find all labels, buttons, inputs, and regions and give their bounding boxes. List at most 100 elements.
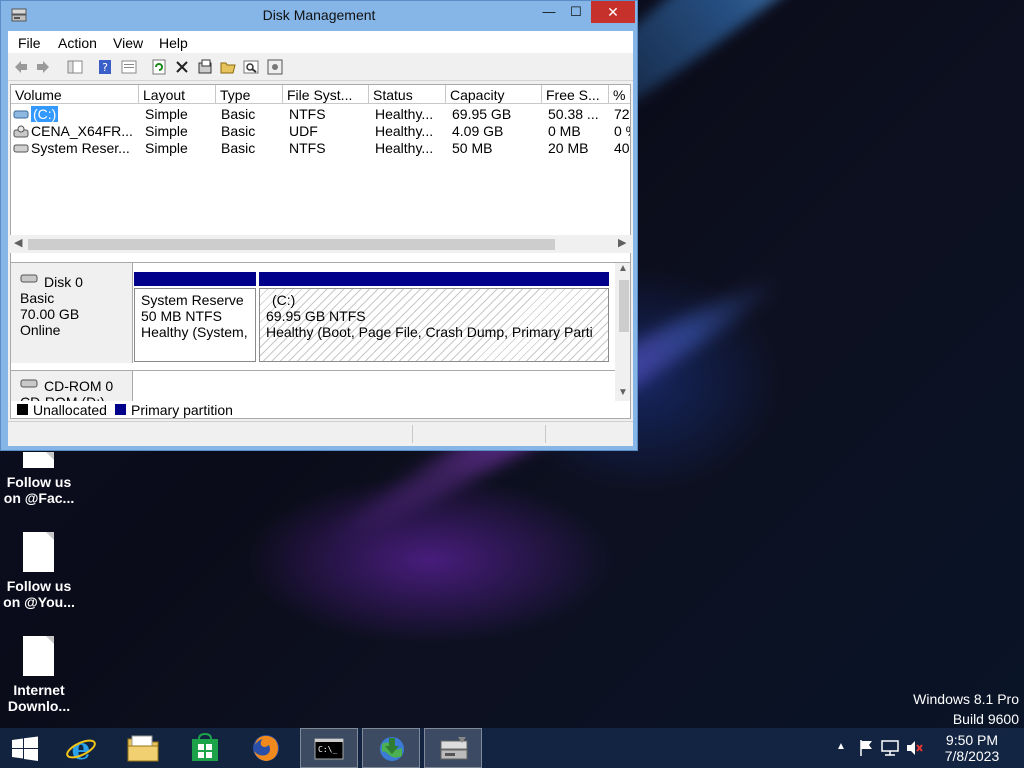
partition-size: 69.95 GB NTFS [266, 308, 366, 324]
column-header-layout[interactable]: Layout [139, 85, 216, 104]
menu-action[interactable]: Action [58, 35, 97, 51]
action-center-flag-icon[interactable] [858, 739, 874, 757]
icon-label-line2: on @You... [3, 594, 75, 610]
status-separator [412, 425, 413, 443]
desktop-icon-youtube[interactable]: Follow us on @You... [0, 532, 78, 612]
column-header-volume[interactable]: Volume [11, 85, 139, 104]
scroll-up-icon[interactable]: ▲ [618, 263, 628, 274]
disk-management-icon [440, 737, 468, 760]
scroll-down-icon[interactable]: ▼ [618, 387, 628, 398]
console-tree-icon[interactable] [67, 59, 83, 75]
partition-system-reserved[interactable]: System Reserve 50 MB NTFS Healthy (Syste… [134, 288, 256, 362]
disk-0-label[interactable]: Disk 0 Basic 70.00 GB Online [11, 263, 133, 363]
menu-bar: File Action View Help [8, 31, 633, 53]
volume-muted-icon[interactable] [905, 739, 923, 757]
column-header-free-space[interactable]: Free S... [542, 85, 609, 104]
settings-icon[interactable] [267, 59, 283, 75]
legend-primary-partition: Primary partition [131, 402, 233, 418]
internet-explorer-icon: e [66, 732, 96, 764]
scroll-right-icon[interactable]: ▶ [618, 236, 626, 249]
partition-status: Healthy (Boot, Page File, Crash Dump, Pr… [266, 324, 593, 340]
file-icon [23, 532, 54, 572]
cd-drive-icon [13, 125, 29, 138]
vertical-scrollbar[interactable]: ▲ ▼ [615, 263, 630, 401]
close-button[interactable]: ✕ [591, 1, 635, 23]
delete-icon[interactable] [174, 59, 190, 75]
clock-time: 9:50 PM [945, 732, 999, 748]
volume-type: Basic [221, 123, 256, 139]
volume-file-system: UDF [289, 123, 318, 139]
svg-text:C:\_: C:\_ [318, 745, 337, 754]
volume-free-space: 50.38 ... [548, 106, 599, 122]
column-header-status[interactable]: Status [369, 85, 446, 104]
unallocated-swatch [17, 404, 28, 415]
file-icon [23, 452, 54, 468]
volume-layout: Simple [145, 106, 188, 122]
volume-percent-free: 40 [614, 140, 630, 156]
back-arrow-icon[interactable] [13, 59, 29, 75]
desktop-icon-internet-download[interactable]: Internet Downlo... [0, 636, 78, 716]
taskbar-store[interactable] [176, 728, 234, 768]
partition-header-c [259, 272, 609, 286]
scrollbar-thumb[interactable] [619, 280, 629, 332]
scroll-left-icon[interactable]: ◀ [14, 236, 22, 249]
maximize-button[interactable]: ☐ [561, 1, 591, 23]
start-windows-icon[interactable] [11, 736, 39, 762]
table-row[interactable]: System Reser... Simple Basic NTFS Health… [11, 140, 630, 157]
refresh-icon[interactable] [151, 59, 167, 75]
horizontal-scrollbar[interactable]: ◀ ▶ [10, 235, 631, 253]
search-icon[interactable] [243, 59, 259, 75]
disk-name: Disk 0 [44, 274, 83, 290]
menu-file[interactable]: File [18, 35, 41, 51]
table-row[interactable]: CENA_X64FR... Simple Basic UDF Healthy..… [11, 123, 630, 140]
partition-header-system-reserved [134, 272, 256, 286]
menu-help[interactable]: Help [159, 35, 188, 51]
partition-name: System Reserve [141, 292, 244, 308]
disk-size: 70.00 GB [20, 306, 80, 322]
taskbar-internet-explorer[interactable]: e [52, 728, 110, 768]
volume-status: Healthy... [375, 106, 434, 122]
cdrom-0-label[interactable]: CD-ROM 0 CD-ROM (D:) [11, 371, 133, 401]
taskbar-file-explorer[interactable] [114, 728, 172, 768]
menu-view[interactable]: View [113, 35, 143, 51]
column-header-percent-free[interactable]: % [609, 85, 630, 104]
export-icon[interactable] [197, 59, 213, 75]
help-icon[interactable]: ? [97, 59, 113, 75]
desktop-icon-facebook[interactable]: Follow us on @Fac... [0, 452, 78, 512]
properties-icon[interactable] [121, 59, 137, 75]
icon-label-line1: Follow us [6, 474, 72, 490]
disk-type: Basic [20, 290, 55, 306]
partition-status: Healthy (System, [141, 324, 248, 340]
cdrom-name: CD-ROM 0 [44, 378, 114, 394]
volume-name: System Reser... [31, 140, 130, 156]
folder-icon [127, 735, 159, 762]
cdrom-row[interactable]: CD-ROM 0 CD-ROM (D:) [11, 370, 621, 401]
taskbar-internet-download-manager[interactable] [362, 728, 420, 768]
legend-unallocated: Unallocated [33, 402, 107, 418]
firefox-icon [253, 735, 279, 761]
disk-graphical-view[interactable]: Disk 0 Basic 70.00 GB Online System Rese… [10, 262, 631, 402]
scrollbar-thumb[interactable] [28, 239, 555, 250]
open-folder-icon[interactable] [220, 59, 236, 75]
title-bar[interactable]: Disk Management — ☐ ✕ [1, 1, 637, 31]
table-row[interactable]: (C:) Simple Basic NTFS Healthy... 69.95 … [11, 106, 630, 123]
volume-file-system: NTFS [289, 106, 326, 122]
icon-label-line1: Internet [13, 682, 65, 698]
taskbar-firefox[interactable] [238, 728, 296, 768]
disk-icon [20, 274, 38, 283]
show-hidden-icons-icon[interactable]: ▲ [836, 741, 846, 752]
forward-arrow-icon[interactable] [35, 59, 51, 75]
disk-management-window[interactable]: Disk Management — ☐ ✕ File Action View H… [0, 0, 638, 451]
icon-label-line2: Downlo... [7, 698, 71, 714]
taskbar-command-prompt[interactable]: C:\_ [300, 728, 358, 768]
column-header-type[interactable]: Type [216, 85, 283, 104]
column-header-file-system[interactable]: File Syst... [283, 85, 369, 104]
taskbar-disk-management[interactable] [424, 728, 482, 768]
network-icon[interactable] [881, 739, 899, 757]
volume-file-system: NTFS [289, 140, 326, 156]
system-clock[interactable]: 9:50 PM 7/8/2023 [926, 732, 1018, 764]
column-header-capacity[interactable]: Capacity [446, 85, 542, 104]
cd-drive-icon [20, 379, 38, 388]
partition-c[interactable]: (C:) 69.95 GB NTFS Healthy (Boot, Page F… [259, 288, 609, 362]
store-icon [192, 733, 218, 761]
